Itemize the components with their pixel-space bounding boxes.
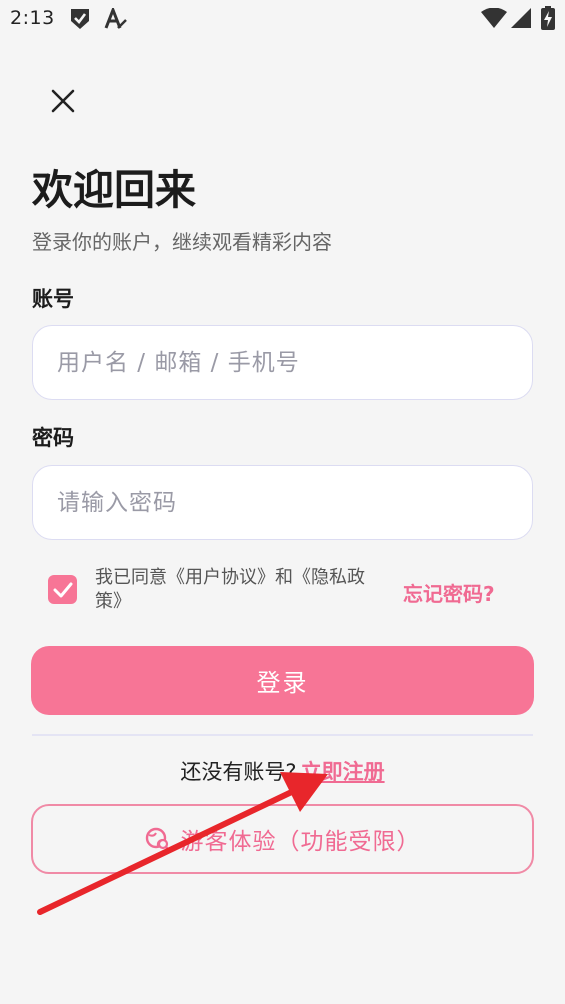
wifi-icon: [481, 8, 507, 28]
account-field-box: [32, 325, 533, 400]
agreement-text[interactable]: 我已同意《用户协议》和《隐私政策》: [95, 566, 385, 614]
password-label: 密码: [32, 426, 74, 450]
shield-check-icon: [71, 9, 89, 29]
account-input[interactable]: [33, 326, 532, 399]
globe-search-icon: [145, 827, 170, 852]
battery-charging-icon: [541, 6, 555, 30]
forgot-password-link[interactable]: 忘记密码?: [403, 578, 495, 607]
font-a-icon: [104, 8, 127, 29]
checkmark-icon: [53, 582, 72, 597]
password-input[interactable]: [33, 466, 532, 539]
status-bar: 2:13: [0, 0, 565, 38]
signal-icon: [511, 8, 531, 28]
register-row: 还没有账号? 立即注册: [0, 758, 565, 786]
status-time: 2:13: [10, 7, 55, 29]
register-question: 还没有账号?: [180, 760, 297, 784]
page-subtitle: 登录你的账户，继续观看精彩内容: [32, 230, 332, 254]
agree-checkbox[interactable]: [48, 575, 77, 604]
guest-mode-button[interactable]: 游客体验（功能受限）: [31, 804, 534, 874]
close-icon: [51, 89, 75, 113]
close-button[interactable]: [44, 82, 82, 120]
login-screen: 2:13 欢迎回来 登录你的账户，继续观看精彩内容 账号 用户名 / 邮箱 / …: [0, 0, 565, 1004]
guest-mode-label: 游客体验（功能受限）: [180, 829, 421, 855]
account-label: 账号: [32, 287, 74, 311]
page-title: 欢迎回来: [32, 166, 196, 214]
divider: [32, 734, 533, 736]
password-field-box: [32, 465, 533, 540]
register-link[interactable]: 立即注册: [301, 760, 385, 784]
login-button[interactable]: 登录: [31, 646, 534, 715]
agreement-row: 我已同意《用户协议》和《隐私政策》 忘记密码?: [48, 566, 528, 618]
